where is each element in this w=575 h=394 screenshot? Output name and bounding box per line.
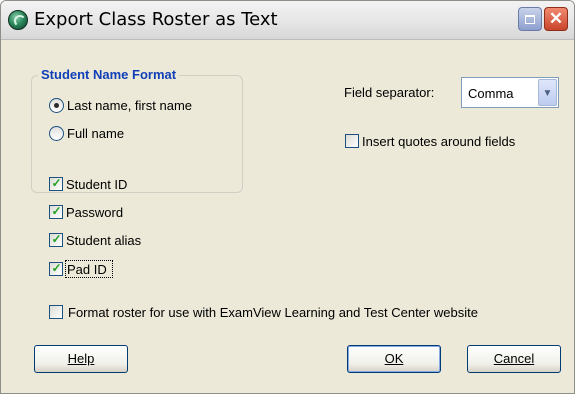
cancel-button[interactable]: Cancel: [467, 345, 561, 373]
chevron-down-icon[interactable]: ▼: [538, 79, 557, 106]
radio-selected-dot: [54, 103, 59, 108]
app-icon: [8, 10, 28, 30]
pad-id-label[interactable]: Pad ID: [67, 262, 107, 277]
insert-quotes-label[interactable]: Insert quotes around fields: [362, 134, 515, 149]
insert-quotes-checkbox[interactable]: [345, 134, 359, 148]
name-format-group-label: Student Name Format: [38, 67, 180, 82]
field-separator-value: Comma: [468, 86, 514, 101]
field-separator-label: Field separator:: [344, 85, 435, 100]
dialog-body: Student Name Format Last name, first nam…: [1, 40, 574, 393]
window-title: Export Class Roster as Text: [34, 9, 278, 30]
student-alias-checkbox[interactable]: ✓: [49, 232, 63, 247]
password-checkbox[interactable]: ✓: [49, 204, 63, 219]
close-button[interactable]: ✕: [544, 7, 568, 31]
help-button[interactable]: Help: [34, 345, 128, 373]
checkmark-icon: ✓: [51, 204, 62, 218]
pad-id-checkbox[interactable]: ✓: [49, 261, 63, 276]
password-label[interactable]: Password: [66, 205, 123, 220]
radio-full-name[interactable]: [49, 126, 64, 141]
student-id-label[interactable]: Student ID: [66, 177, 127, 192]
checkmark-icon: ✓: [51, 261, 62, 275]
student-alias-label[interactable]: Student alias: [66, 233, 141, 248]
export-roster-dialog: Export Class Roster as Text ✕ Student Na…: [0, 0, 575, 394]
ok-button[interactable]: OK: [347, 345, 441, 373]
radio-last-first-label[interactable]: Last name, first name: [67, 98, 192, 113]
checkmark-icon: ✓: [51, 232, 62, 246]
title-bar[interactable]: Export Class Roster as Text ✕: [1, 1, 574, 40]
minimize-button[interactable]: [518, 7, 542, 31]
student-id-checkbox[interactable]: ✓: [49, 176, 63, 191]
radio-full-name-label[interactable]: Full name: [67, 126, 124, 141]
checkmark-icon: ✓: [51, 176, 62, 190]
format-roster-label[interactable]: Format roster for use with ExamView Lear…: [68, 305, 478, 320]
close-icon: ✕: [548, 9, 564, 28]
field-separator-select[interactable]: Comma ▼: [461, 77, 559, 108]
radio-last-first[interactable]: [49, 98, 64, 113]
format-roster-checkbox[interactable]: [49, 305, 63, 319]
minimize-icon: [525, 15, 535, 24]
